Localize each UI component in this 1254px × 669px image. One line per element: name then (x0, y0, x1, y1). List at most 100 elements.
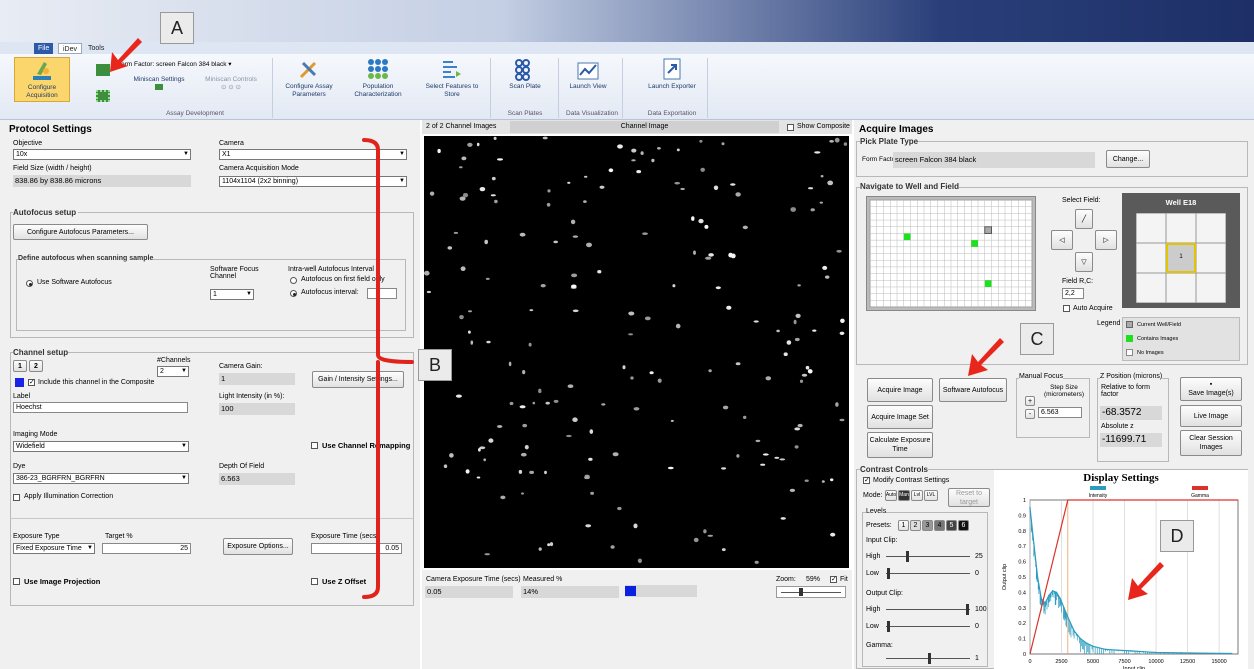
channel-label-input[interactable]: Hoechst (13, 402, 188, 413)
acquire-image-set-button[interactable]: Acquire Image Set (867, 405, 933, 429)
target-input[interactable]: 25 (102, 543, 191, 554)
fit-checkbox[interactable]: ✓ (830, 576, 837, 583)
preset-3[interactable]: 3 (922, 520, 933, 531)
auto-acquire-checkbox[interactable] (1063, 305, 1070, 312)
field-left-button[interactable]: ◁ (1051, 230, 1073, 250)
dye-select[interactable]: 386-23_BGRFRN_BGRFRN (13, 473, 189, 484)
tab-tools[interactable]: Tools (84, 43, 108, 54)
preset-6[interactable]: 6 (958, 520, 969, 531)
nucleus (755, 439, 761, 443)
software-autofocus-radio[interactable] (26, 280, 33, 287)
slider-thumb[interactable] (966, 604, 969, 615)
select-features-button[interactable]: Select Features to Store (420, 57, 484, 99)
software-autofocus-button[interactable]: Software Autofocus (939, 378, 1007, 402)
channel-image-view[interactable] (424, 136, 849, 568)
preset-4[interactable]: 4 (934, 520, 945, 531)
nucleus (829, 140, 834, 143)
miniscan-controls-button[interactable]: Miniscan Controls ⊙ ⊙ ⊙ (196, 76, 266, 92)
preset-5[interactable]: 5 (946, 520, 957, 531)
field-up-button[interactable]: ╱ (1075, 209, 1093, 229)
sw-focus-channel-select[interactable]: 1 (210, 289, 254, 300)
channel-remapping-checkbox[interactable] (311, 442, 318, 449)
change-plate-button[interactable]: Change... (1106, 150, 1150, 168)
nucleus (610, 545, 615, 549)
mode-lvl-button[interactable]: Lvl (911, 490, 923, 501)
configure-autofocus-button[interactable]: Configure Autofocus Parameters... (13, 224, 148, 240)
field-rc-input[interactable]: 2,2 (1062, 288, 1084, 299)
focus-down-button[interactable]: - (1025, 409, 1035, 419)
exposure-type-select[interactable]: Fixed Exposure Time (13, 543, 95, 554)
scan-plate-button[interactable]: Scan Plate (497, 57, 553, 91)
nucleus (753, 320, 759, 323)
slider-thumb[interactable] (906, 551, 909, 562)
mode-man-button[interactable]: Man (898, 490, 910, 501)
imaging-mode-select[interactable]: Widefield (13, 441, 189, 452)
mode-lvl2-button[interactable]: LVL (924, 490, 938, 501)
save-images-button[interactable]: ▪ Save Image(s) (1180, 377, 1242, 401)
acquire-image-button[interactable]: Acquire Image (867, 378, 933, 402)
nucleus (571, 273, 578, 278)
field-down-button[interactable]: ▽ (1075, 252, 1093, 272)
gamma-slider[interactable] (886, 652, 970, 666)
preset-1[interactable]: 1 (898, 520, 909, 531)
gain-intensity-button[interactable]: Gain / Intensity Settings... (312, 371, 404, 388)
slider-thumb[interactable] (928, 653, 931, 664)
focus-up-button[interactable]: + (1025, 396, 1035, 406)
objective-select[interactable]: 10x (13, 149, 191, 160)
zoom-slider[interactable] (776, 586, 846, 598)
include-composite-checkbox[interactable]: ✓ (28, 379, 35, 386)
clear-session-button[interactable]: Clear Session Images (1180, 430, 1242, 456)
show-composite-checkbox[interactable] (787, 124, 794, 131)
legend-contains: Contains Images (1137, 336, 1179, 342)
reset-target-button[interactable]: Reset to target (948, 488, 990, 507)
channel-color-swatch[interactable] (15, 378, 24, 387)
tab-idev[interactable]: iDev (58, 43, 83, 54)
af-interval-input[interactable] (367, 288, 397, 299)
slider-thumb[interactable] (887, 621, 890, 632)
input-high-slider[interactable] (886, 550, 970, 564)
plate-map[interactable] (866, 196, 1036, 311)
y-tick-label: 0.5 (1018, 575, 1026, 581)
group-data-visualization: Data Visualization (566, 110, 618, 117)
field-right-button[interactable]: ▷ (1095, 230, 1117, 250)
af-interval-radio[interactable] (290, 290, 297, 297)
nucleus (789, 488, 796, 492)
camera-select[interactable]: X1 (219, 149, 407, 160)
preset-2[interactable]: 2 (910, 520, 921, 531)
exposure-options-button[interactable]: Exposure Options... (223, 538, 293, 555)
live-image-button[interactable]: Live Image (1180, 405, 1242, 427)
calculate-exposure-button[interactable]: Calculate Exposure Time (867, 432, 933, 458)
slider-thumb[interactable] (887, 568, 890, 579)
af-first-field-radio[interactable] (290, 277, 297, 284)
form-factor-value[interactable]: screen Falcon 384 black (156, 61, 226, 68)
input-low-slider[interactable] (886, 567, 970, 581)
population-button[interactable]: Population Characterization (346, 57, 410, 99)
launch-exporter-button[interactable]: Launch Exporter (640, 57, 704, 91)
configure-acquisition-button[interactable]: Configure Acquisition (14, 57, 70, 102)
tab-file[interactable]: File (34, 43, 54, 54)
well-view[interactable]: Well E18 1 (1122, 193, 1240, 308)
nucleus (786, 340, 792, 345)
miniscan-settings-button[interactable]: Miniscan Settings (127, 76, 191, 93)
image-projection-checkbox[interactable] (13, 578, 20, 585)
channel-tab-1[interactable]: 1 (13, 360, 27, 372)
illumination-correction-checkbox[interactable] (13, 494, 20, 501)
exposure-time-input[interactable]: 0.05 (311, 543, 402, 554)
zoom-thumb[interactable] (799, 588, 803, 596)
output-high-slider[interactable] (886, 603, 970, 617)
grid-icon[interactable] (96, 90, 110, 102)
channel-tab-2[interactable]: 2 (29, 360, 43, 372)
configure-assay-button[interactable]: Configure Assay Parameters (277, 57, 341, 99)
launch-view-button[interactable]: Launch View (562, 57, 614, 91)
output-low-slider[interactable] (886, 620, 970, 634)
acq-mode-select[interactable]: 1104x1104 (2x2 binning) (219, 176, 407, 187)
z-offset-checkbox[interactable] (311, 578, 318, 585)
step-size-input[interactable]: 6.563 (1038, 407, 1082, 418)
channel-image-tab[interactable]: Channel Image (510, 121, 779, 133)
modify-contrast-checkbox[interactable]: ✓ (863, 477, 870, 484)
nucleus (834, 137, 840, 143)
nchannels-select[interactable]: 2 (157, 366, 189, 377)
nucleus (736, 454, 740, 458)
mode-auto-button[interactable]: Auto (885, 490, 897, 501)
plate-icon[interactable] (96, 64, 110, 76)
